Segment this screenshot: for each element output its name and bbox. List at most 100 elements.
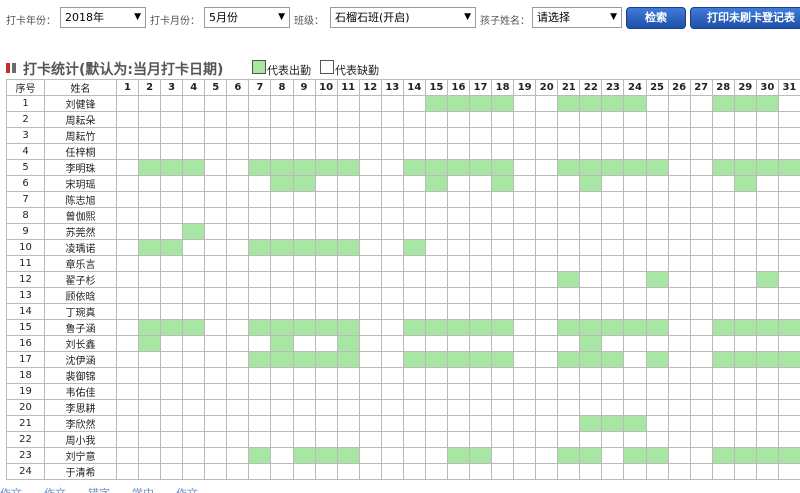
attendance-cell-present (579, 335, 603, 352)
attendance-cell-absent (557, 239, 581, 256)
attendance-cell-absent (115, 399, 140, 416)
attendance-cell-present (336, 351, 360, 368)
attendance-cell-absent (138, 287, 162, 304)
attendance-cell-absent (292, 303, 316, 320)
attendance-cell-absent (513, 335, 537, 352)
attendance-cell-absent (557, 223, 581, 240)
attendance-cell-absent (491, 111, 515, 128)
attendance-cell-absent (777, 367, 800, 384)
attendance-cell-absent (182, 271, 206, 288)
attendance-cell-absent (204, 447, 228, 464)
attendance-cell-absent (358, 415, 382, 432)
year-label: 打卡年份： (6, 16, 56, 27)
attendance-cell-absent (711, 175, 735, 192)
attendance-cell-absent (358, 143, 382, 160)
attendance-cell-present (645, 319, 669, 336)
attendance-cell-absent (115, 95, 140, 112)
student-name: 周耘朵 (44, 111, 117, 128)
student-name: 刘长鑫 (44, 335, 117, 352)
section-title: 打卡统计(默认为:当月打卡日期) (23, 62, 224, 78)
attendance-cell-absent (689, 431, 713, 448)
attendance-cell-absent (380, 127, 404, 144)
attendance-cell-absent (204, 175, 228, 192)
footer-link[interactable]: 学中 (132, 485, 154, 493)
attendance-cell-absent (491, 143, 515, 160)
year-select-value: 2018年 (65, 11, 104, 24)
attendance-cell-absent (358, 399, 382, 416)
attendance-cell-absent (138, 223, 162, 240)
attendance-cell-absent (535, 191, 559, 208)
attendance-cell-present (557, 351, 581, 368)
month-select[interactable]: 5月份 ▼ (204, 7, 290, 28)
attendance-cell-absent (513, 159, 537, 176)
attendance-cell-absent (424, 447, 448, 464)
attendance-cell-absent (468, 399, 493, 416)
attendance-cell-absent (115, 287, 140, 304)
student-name: 裴御锦 (44, 367, 117, 384)
attendance-cell-absent (204, 111, 228, 128)
attendance-cell-absent (711, 287, 735, 304)
attendance-cell-absent (733, 191, 757, 208)
attendance-cell-absent (513, 175, 537, 192)
attendance-cell-absent (535, 319, 559, 336)
attendance-cell-absent (513, 431, 537, 448)
attendance-cell-absent (557, 431, 581, 448)
search-button[interactable]: 检索 (626, 7, 686, 29)
attendance-cell-absent (579, 255, 603, 272)
attendance-cell-absent (226, 95, 250, 112)
class-select[interactable]: 石榴石班(开启) ▼ (330, 7, 476, 28)
attendance-cell-absent (491, 415, 515, 432)
attendance-cell-absent (733, 239, 757, 256)
attendance-cell-absent (535, 223, 559, 240)
attendance-cell-present (579, 447, 603, 464)
attendance-cell-absent (314, 191, 338, 208)
attendance-cell-absent (226, 351, 250, 368)
attendance-cell-absent (535, 431, 559, 448)
child-select[interactable]: 请选择 ▼ (532, 7, 622, 28)
attendance-cell-absent (336, 367, 360, 384)
attendance-cell-absent (292, 207, 316, 224)
attendance-cell-present (292, 175, 316, 192)
footer-link[interactable]: 作文 (44, 485, 66, 493)
attendance-cell-absent (733, 271, 757, 288)
attendance-cell-absent (468, 143, 493, 160)
attendance-cell-absent (402, 415, 426, 432)
attendance-cell-absent (314, 111, 338, 128)
attendance-cell-absent (667, 335, 691, 352)
attendance-cell-absent (446, 399, 471, 416)
attendance-cell-absent (468, 175, 493, 192)
attendance-cell-absent (557, 303, 581, 320)
attendance-cell-absent (491, 127, 515, 144)
attendance-cell-absent (491, 447, 515, 464)
attendance-cell-absent (755, 383, 779, 400)
attendance-cell-absent (755, 287, 779, 304)
attendance-cell-absent (579, 399, 603, 416)
footer-link[interactable]: 作文 (176, 485, 198, 493)
attendance-cell-absent (535, 447, 559, 464)
footer-link[interactable]: 错字 (88, 485, 110, 493)
attendance-cell-absent (711, 367, 735, 384)
attendance-cell-absent (777, 271, 800, 288)
attendance-cell-absent (755, 111, 779, 128)
attendance-cell-absent (601, 383, 625, 400)
attendance-cell-absent (204, 95, 228, 112)
attendance-cell-absent (138, 271, 162, 288)
attendance-cell-absent (160, 271, 184, 288)
attendance-cell-absent (160, 111, 184, 128)
attendance-cell-absent (160, 223, 184, 240)
year-select[interactable]: 2018年 ▼ (60, 7, 146, 28)
attendance-cell-absent (270, 463, 294, 480)
attendance-cell-present (733, 175, 757, 192)
attendance-cell-absent (689, 319, 713, 336)
attendance-cell-absent (733, 303, 757, 320)
attendance-cell-absent (711, 431, 735, 448)
attendance-cell-absent (380, 319, 404, 336)
attendance-cell-present (446, 447, 471, 464)
attendance-cell-absent (579, 127, 603, 144)
attendance-cell-absent (557, 367, 581, 384)
attendance-cell-present (491, 159, 515, 176)
print-unswiped-button[interactable]: 打印未刷卡登记表 (690, 7, 800, 29)
attendance-cell-absent (292, 95, 316, 112)
footer-link[interactable]: 作文 (0, 485, 22, 493)
student-name: 韦佑佳 (44, 383, 117, 400)
